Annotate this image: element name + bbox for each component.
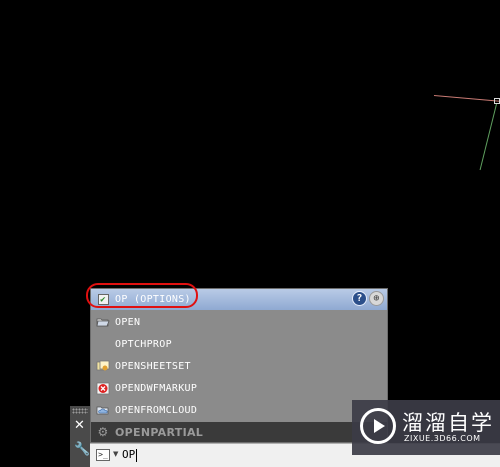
command-input-value: OP: [122, 448, 136, 461]
autocomplete-item-openpartial[interactable]: ⚙ OPENPARTIAL: [91, 422, 387, 442]
wrench-icon[interactable]: 🔧: [74, 442, 90, 457]
autocomplete-item-label: OPEN: [115, 316, 141, 328]
autocomplete-item-optchprop[interactable]: OPTCHPROP: [91, 333, 387, 355]
autocomplete-item-label: OPENPARTIAL: [115, 425, 204, 439]
help-icon[interactable]: ?: [352, 291, 367, 306]
drag-grip-icon[interactable]: [72, 408, 88, 414]
ucs-y-axis: [479, 103, 497, 171]
chevron-down-icon[interactable]: ▼: [113, 450, 118, 458]
autocomplete-item-label: OPENSHEETSET: [115, 360, 191, 372]
autocomplete-item-opensheetset[interactable]: OPENSHEETSET: [91, 355, 387, 377]
sheetset-icon: [95, 359, 111, 373]
watermark-subtitle: ZIXUE.3D66.COM: [404, 434, 481, 443]
autocomplete-item-open[interactable]: OPEN: [91, 311, 387, 333]
play-logo-icon: [360, 408, 396, 444]
autocomplete-item-opendwfmarkup[interactable]: OPENDWFMARKUP: [91, 377, 387, 399]
autocomplete-item-label: OPTCHPROP: [115, 338, 172, 350]
ucs-x-axis: [433, 95, 500, 102]
dwf-markup-icon: [95, 381, 111, 395]
command-line-side-strip: ✕ 🔧: [70, 406, 90, 467]
command-input[interactable]: OP: [122, 447, 138, 463]
autocomplete-item-label: OPENDWFMARKUP: [115, 382, 198, 394]
watermark: 溜溜自学 ZIXUE.3D66.COM: [352, 400, 500, 455]
command-prompt-icon[interactable]: >_: [96, 449, 110, 461]
highlight-annotation: [86, 283, 198, 308]
cloud-open-icon: [95, 403, 111, 417]
ucs-origin-marker: [494, 98, 500, 104]
gear-icon: ⚙: [97, 425, 109, 439]
autocomplete-list: ✔ OP (OPTIONS) ? ⊕ OPEN OPTCHPROP OPENSH…: [90, 288, 388, 443]
text-caret: [136, 448, 138, 462]
autocomplete-item-openfromcloud[interactable]: OPENFROMCLOUD: [91, 399, 387, 421]
watermark-title: 溜溜自学: [402, 411, 494, 435]
globe-icon[interactable]: ⊕: [369, 291, 384, 306]
open-folder-icon: [95, 315, 111, 329]
close-icon[interactable]: ✕: [74, 418, 85, 433]
autocomplete-item-label: OPENFROMCLOUD: [115, 404, 198, 416]
